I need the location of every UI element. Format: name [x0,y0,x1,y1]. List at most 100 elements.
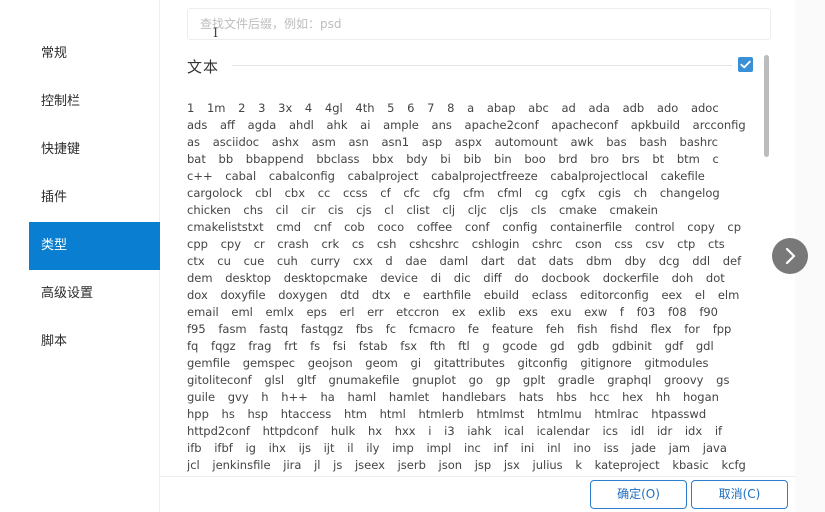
file-type-tag[interactable]: cis [328,202,344,219]
file-type-tag[interactable]: doxygen [278,287,327,304]
file-type-tag[interactable]: ihx [269,440,286,457]
file-type-tag[interactable]: geom [365,355,398,372]
file-type-tag[interactable]: changelog [660,185,720,202]
file-type-tag[interactable]: hsp [247,406,268,423]
file-type-tag[interactable]: cl [384,202,394,219]
file-type-tag[interactable]: bt [652,151,664,168]
file-type-tag[interactable]: inc [464,440,481,457]
file-type-tag[interactable]: ada [589,100,610,117]
file-type-tag[interactable]: dem [187,270,213,287]
file-type-tag[interactable]: crk [321,236,339,253]
file-type-tag[interactable]: curry [310,253,340,270]
file-type-tag[interactable]: kateproject [595,457,660,472]
file-type-tag[interactable]: gemfile [187,355,230,372]
file-type-tag[interactable]: asn [348,134,368,151]
section-checkbox[interactable] [738,57,753,72]
file-type-tag[interactable]: dtd [340,287,359,304]
sidebar-item-controlbar[interactable]: 控制栏 [29,78,160,126]
file-type-tag[interactable]: eps [306,304,326,321]
file-type-tag[interactable]: device [380,270,418,287]
file-type-tag[interactable]: 8 [447,100,454,117]
file-type-tag[interactable]: bashrc [680,134,718,151]
file-type-tag[interactable]: 3x [278,100,292,117]
file-type-tag[interactable]: etccron [396,304,439,321]
file-type-tag[interactable]: jam [669,440,690,457]
file-type-tag[interactable]: abap [487,100,516,117]
file-type-tag[interactable]: cakefile [661,168,705,185]
ok-button[interactable]: 确定(O) [590,480,687,509]
file-type-tag[interactable]: impl [426,440,451,457]
file-type-tag[interactable]: crash [277,236,308,253]
file-type-tag[interactable]: asciidoc [213,134,259,151]
file-type-tag[interactable]: dart [481,253,505,270]
file-type-tag[interactable]: bbclass [316,151,359,168]
file-type-tag[interactable]: a [467,100,474,117]
file-type-tag[interactable]: bbx [372,151,393,168]
file-type-tag[interactable]: gdl [696,338,714,355]
file-type-tag[interactable]: cljs [499,202,518,219]
file-type-tag[interactable]: ha [320,389,334,406]
file-type-tag[interactable]: ddl [692,253,710,270]
file-type-tag[interactable]: if [715,423,722,440]
file-type-tag[interactable]: jsp [475,457,492,472]
file-type-tag[interactable]: dot [706,270,725,287]
file-type-tag[interactable]: fsx [400,338,417,355]
file-type-tag[interactable]: i [428,423,431,440]
file-type-tag[interactable]: clist [406,202,429,219]
file-type-tag[interactable]: iahk [467,423,491,440]
file-type-tag[interactable]: btm [677,151,700,168]
file-type-tag[interactable]: il [347,440,353,457]
file-type-tag[interactable]: brs [622,151,640,168]
file-type-tag[interactable]: httpd2conf [187,423,250,440]
file-type-tag[interactable]: java [703,440,727,457]
file-type-tag[interactable]: fstab [359,338,388,355]
file-type-tag[interactable]: for [684,321,700,338]
file-type-tag[interactable]: el [695,287,705,304]
file-type-tag[interactable]: bdy [406,151,427,168]
file-type-tag[interactable]: ads [187,117,207,134]
file-type-tag[interactable]: cabalprojectlocal [550,168,648,185]
file-type-tag[interactable]: cu [217,253,231,270]
file-type-tag[interactable]: jenkinsfile [212,457,270,472]
file-type-tag[interactable]: err [367,304,383,321]
file-type-tag[interactable]: h++ [281,389,308,406]
file-type-tag[interactable]: htmlmu [537,406,582,423]
file-type-tag[interactable]: idx [685,423,702,440]
file-type-tag[interactable]: htmlmst [476,406,524,423]
file-type-tag[interactable]: apacheconf [551,117,618,134]
file-type-tag[interactable]: 3 [258,100,265,117]
file-type-tag[interactable]: gradle [558,372,595,389]
file-type-tag[interactable]: gdb [577,338,599,355]
sidebar-item-plugins[interactable]: 插件 [29,174,160,222]
file-type-tag[interactable]: asn1 [381,134,409,151]
file-type-tag[interactable]: cshrc [532,236,562,253]
file-type-tag[interactable]: cson [575,236,602,253]
file-type-tag[interactable]: fcmacro [409,321,455,338]
file-type-tag[interactable]: ebuild [484,287,519,304]
file-type-tag[interactable]: htm [344,406,367,423]
file-type-tag[interactable]: cljc [468,202,487,219]
file-type-tag[interactable]: cbl [255,185,272,202]
file-type-tag[interactable]: ex [452,304,466,321]
file-type-tag[interactable]: cabal [225,168,256,185]
file-type-tag[interactable]: gitattributes [434,355,505,372]
file-type-tag[interactable]: 1 [187,100,194,117]
file-type-tag[interactable]: csh [377,236,397,253]
file-type-tag[interactable]: gp [496,372,511,389]
file-type-tag[interactable]: gplt [523,372,545,389]
file-type-tag[interactable]: erl [339,304,354,321]
file-type-tag[interactable]: htmlrac [594,406,638,423]
file-type-tag[interactable]: fbs [356,321,373,338]
file-type-tag[interactable]: aspx [455,134,482,151]
file-type-tag[interactable]: inf [493,440,508,457]
file-type-tag[interactable]: ifbf [214,440,233,457]
file-type-tag[interactable]: cmake [559,202,597,219]
file-type-tag[interactable]: cpy [221,236,241,253]
file-type-tag[interactable]: cs [352,236,364,253]
sidebar-item-scripts[interactable]: 脚本 [29,318,160,366]
cancel-button[interactable]: 取消(C) [691,480,788,509]
file-type-tag[interactable]: graphql [607,372,651,389]
file-type-tag[interactable]: asm [312,134,336,151]
file-type-tag[interactable]: gi [411,355,422,372]
file-type-tag[interactable]: geojson [308,355,353,372]
